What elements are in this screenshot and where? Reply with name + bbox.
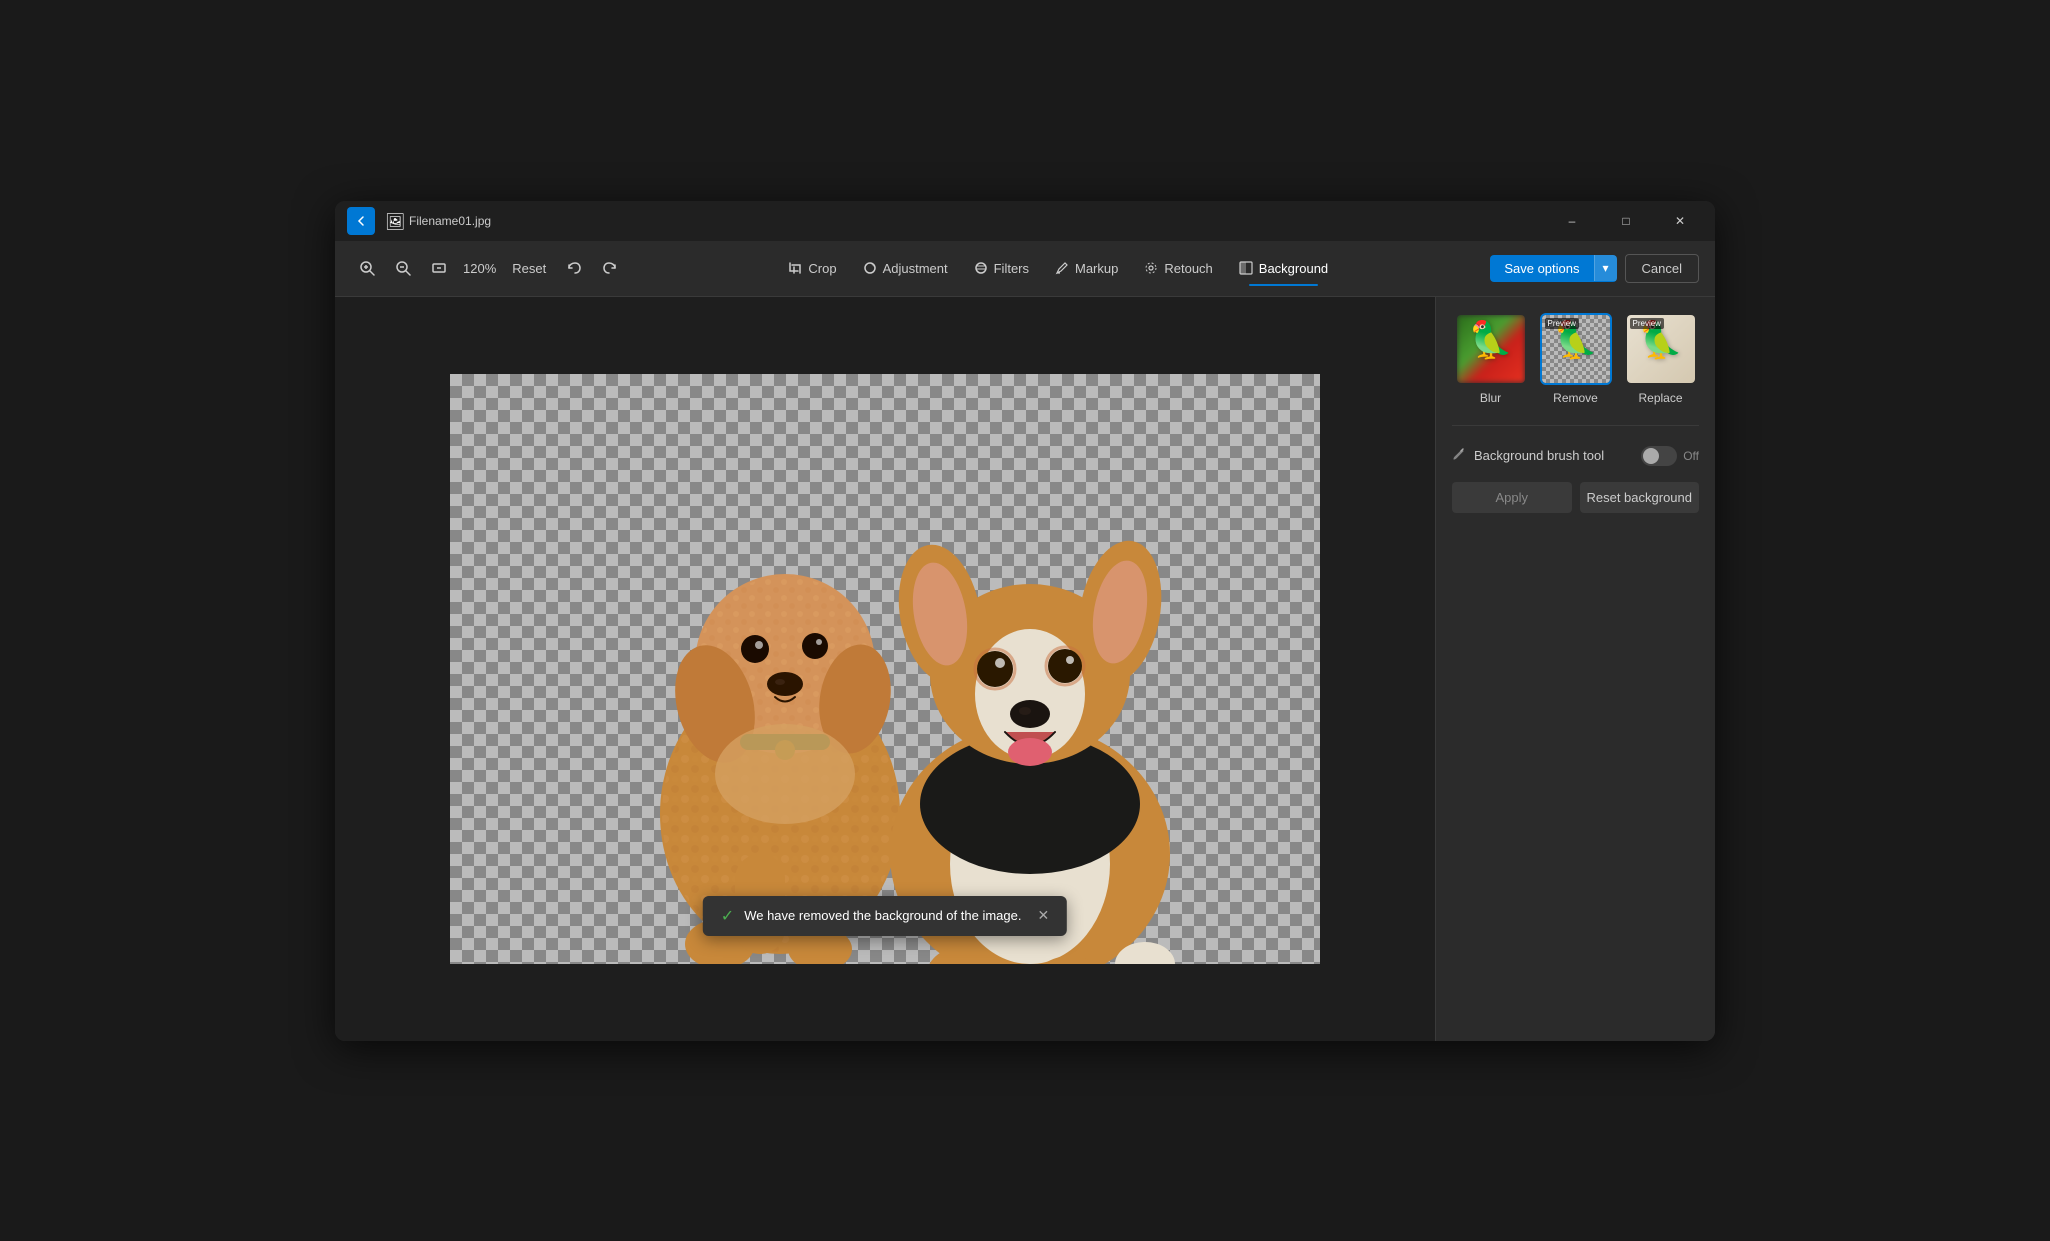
tool-markup[interactable]: Markup bbox=[1043, 255, 1130, 282]
toast-close-button[interactable]: ✕ bbox=[1037, 907, 1049, 924]
tool-crop-label: Crop bbox=[808, 261, 836, 276]
toolbar-right: Save options ▾ Cancel bbox=[1490, 254, 1699, 283]
reset-button[interactable]: Reset bbox=[504, 257, 554, 280]
reset-background-button[interactable]: Reset background bbox=[1580, 482, 1700, 513]
bg-option-blur[interactable]: 🦜 Blur bbox=[1452, 313, 1529, 405]
save-options-dropdown-btn[interactable]: ▾ bbox=[1594, 255, 1617, 281]
toggle-container[interactable]: Off bbox=[1641, 446, 1699, 466]
undo-button[interactable] bbox=[558, 252, 590, 284]
bg-options: 🦜 Blur 🦜 Preview Remove bbox=[1452, 313, 1699, 405]
nav-tools: Crop Adjustment Filters bbox=[630, 255, 1486, 282]
bg-blur-thumb: 🦜 bbox=[1455, 313, 1527, 385]
blur-label: Blur bbox=[1480, 391, 1501, 405]
zoom-in-button[interactable] bbox=[351, 252, 383, 284]
toggle-off-label: Off bbox=[1683, 449, 1699, 463]
action-buttons: Apply Reset background bbox=[1452, 482, 1699, 513]
toolbar: 120% Reset bbox=[335, 241, 1715, 297]
toast-notification: ✓ We have removed the background of the … bbox=[703, 896, 1067, 936]
close-button[interactable]: ✕ bbox=[1657, 206, 1703, 236]
brush-tool-label: Background brush tool bbox=[1474, 448, 1633, 463]
divider-1 bbox=[1452, 425, 1699, 426]
tool-crop[interactable]: Crop bbox=[776, 255, 848, 282]
toast-check-icon: ✓ bbox=[721, 906, 734, 926]
tool-adjustment[interactable]: Adjustment bbox=[851, 255, 960, 282]
tool-filters-label: Filters bbox=[994, 261, 1029, 276]
preview-label: Preview bbox=[1545, 318, 1579, 329]
tool-adjustment-label: Adjustment bbox=[883, 261, 948, 276]
toolbar-left: 120% Reset bbox=[351, 252, 626, 284]
tool-markup-label: Markup bbox=[1075, 261, 1118, 276]
replace-label: Replace bbox=[1638, 391, 1682, 405]
redo-button[interactable] bbox=[594, 252, 626, 284]
brush-tool-row: Background brush tool Off bbox=[1452, 446, 1699, 466]
window-title: Filename01.jpg bbox=[409, 214, 1549, 228]
back-button[interactable] bbox=[347, 207, 375, 235]
bg-remove-thumb: 🦜 Preview bbox=[1540, 313, 1612, 385]
dogs-image bbox=[450, 374, 1320, 964]
blur-parrot: 🦜 bbox=[1468, 319, 1513, 361]
maximize-button[interactable]: □ bbox=[1603, 206, 1649, 236]
canvas-area: ✓ We have removed the background of the … bbox=[335, 297, 1435, 1041]
app-window: 🖼 Filename01.jpg – □ ✕ bbox=[335, 201, 1715, 1041]
tool-retouch-label: Retouch bbox=[1164, 261, 1212, 276]
main-content: ✓ We have removed the background of the … bbox=[335, 297, 1715, 1041]
bg-option-replace[interactable]: 🦜 Preview Replace bbox=[1622, 313, 1699, 405]
cancel-button[interactable]: Cancel bbox=[1625, 254, 1699, 283]
bg-option-remove[interactable]: 🦜 Preview Remove bbox=[1537, 313, 1614, 405]
tool-filters[interactable]: Filters bbox=[962, 255, 1041, 282]
title-bar: 🖼 Filename01.jpg – □ ✕ bbox=[335, 201, 1715, 241]
zoom-out-button[interactable] bbox=[387, 252, 419, 284]
toast-message: We have removed the background of the im… bbox=[744, 908, 1021, 923]
minimize-button[interactable]: – bbox=[1549, 206, 1595, 236]
bg-replace-thumb: 🦜 Preview bbox=[1625, 313, 1697, 385]
file-icon: 🖼 bbox=[385, 212, 403, 230]
tool-background-label: Background bbox=[1259, 261, 1328, 276]
tool-background[interactable]: Background bbox=[1227, 255, 1340, 282]
window-controls: – □ ✕ bbox=[1549, 206, 1703, 236]
zoom-value: 120% bbox=[459, 261, 500, 276]
tool-retouch[interactable]: Retouch bbox=[1132, 255, 1224, 282]
save-options-main-btn[interactable]: Save options bbox=[1490, 255, 1593, 282]
right-panel: 🦜 Blur 🦜 Preview Remove bbox=[1435, 297, 1715, 1041]
replace-preview-label: Preview bbox=[1630, 318, 1664, 329]
fit-view-button[interactable] bbox=[423, 252, 455, 284]
save-options-button[interactable]: Save options ▾ bbox=[1490, 255, 1616, 282]
apply-button[interactable]: Apply bbox=[1452, 482, 1572, 513]
brush-icon bbox=[1452, 447, 1466, 464]
remove-label: Remove bbox=[1553, 391, 1598, 405]
image-container: ✓ We have removed the background of the … bbox=[450, 374, 1320, 964]
brush-tool-toggle[interactable] bbox=[1641, 446, 1677, 466]
